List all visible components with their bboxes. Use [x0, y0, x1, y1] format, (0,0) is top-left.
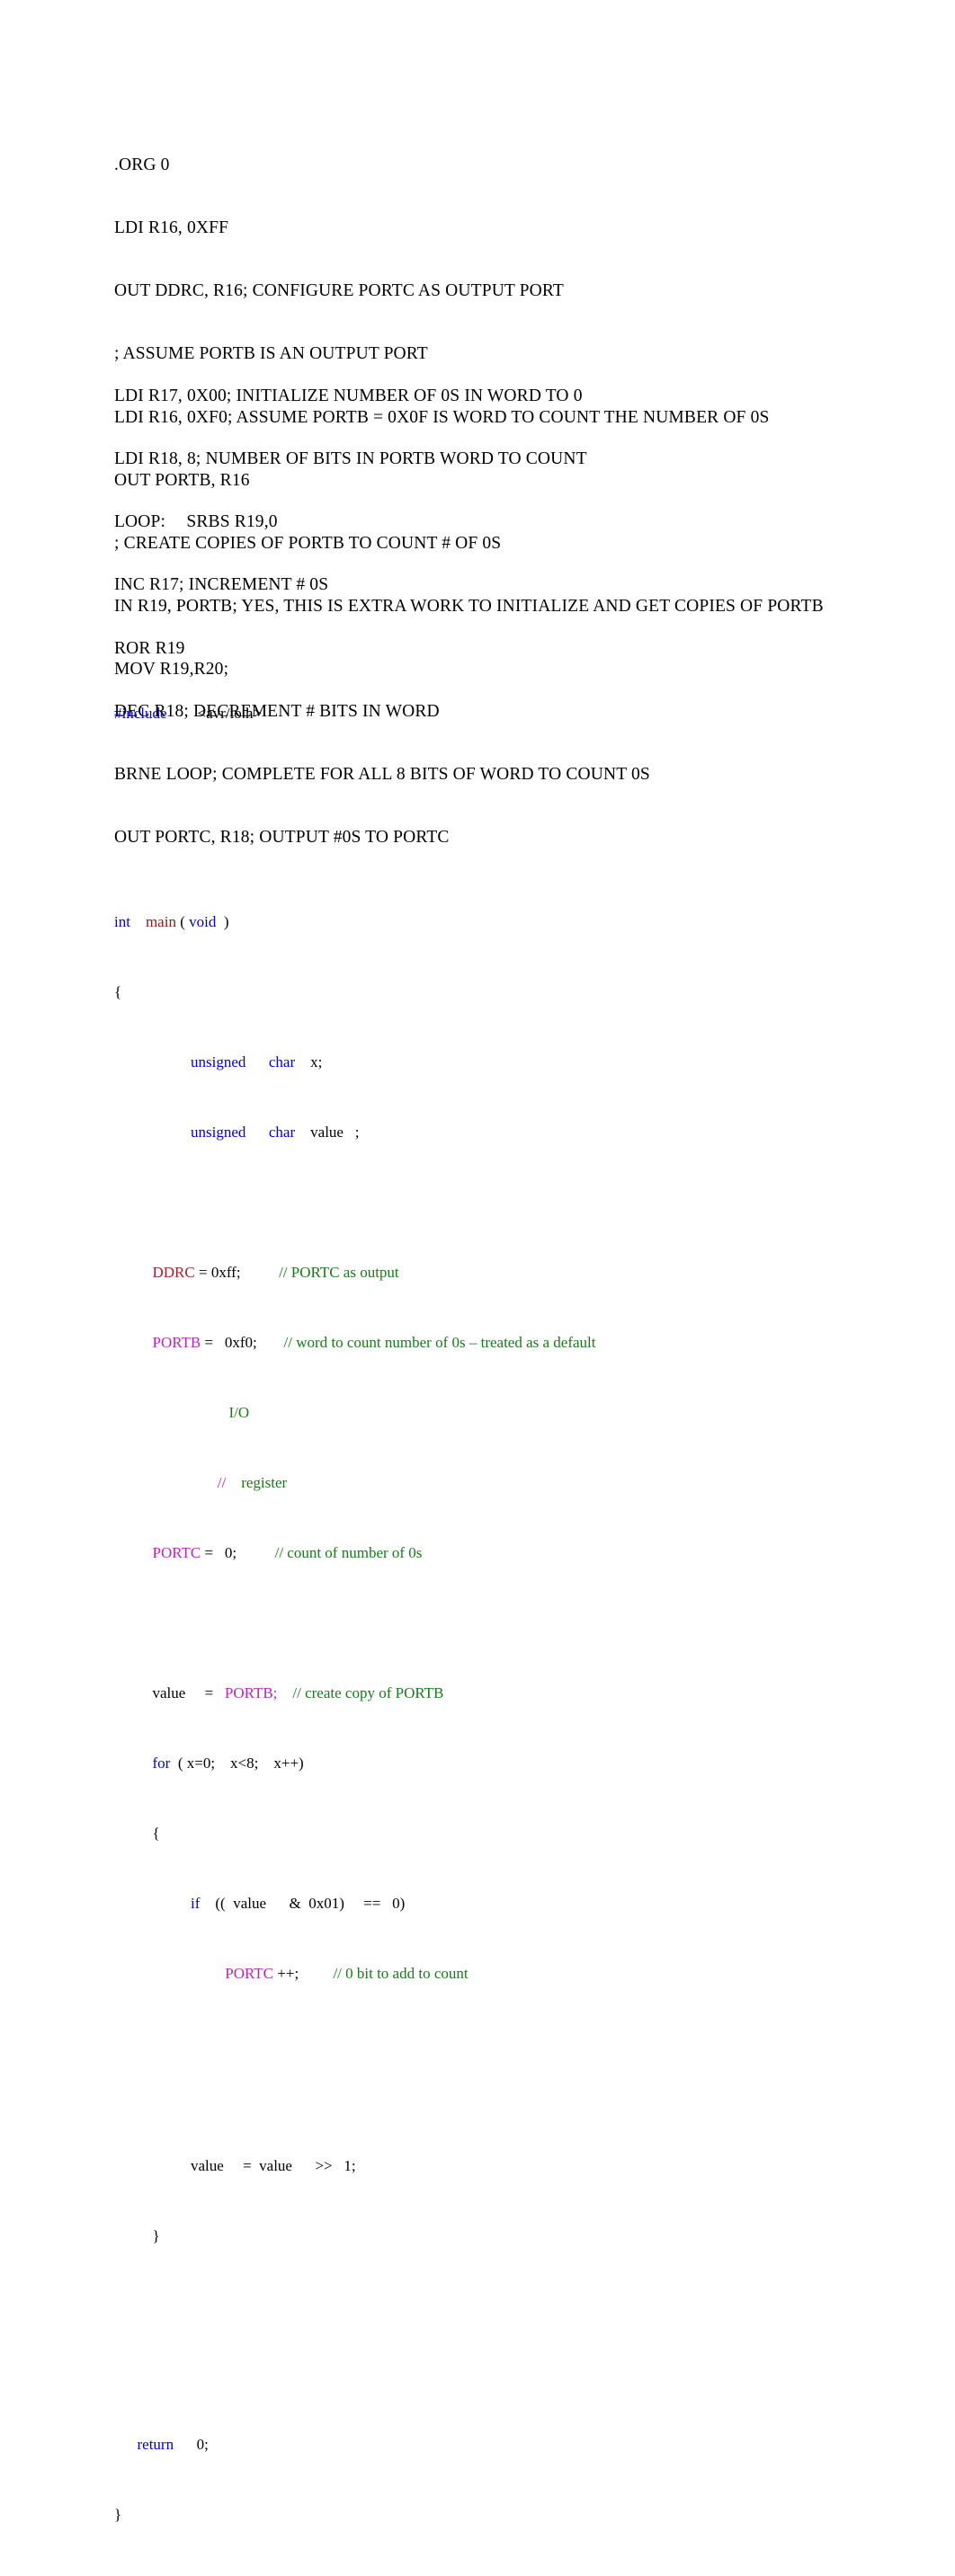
- assembly-line: LDI R17, 0X00; INITIALIZE NUMBER OF 0S I…: [114, 386, 583, 405]
- brace-open-for: {: [152, 1824, 160, 1842]
- c-blank-line: [114, 775, 906, 793]
- brace-close-for: }: [152, 2227, 160, 2244]
- c-line-value-copy: value = PORTB; // create copy of PORTB: [114, 1684, 906, 1702]
- variable-name-value: value ;: [295, 1123, 360, 1141]
- portc-assignment: = 0;: [201, 1543, 237, 1561]
- ddrc-assignment: = 0xff;: [194, 1263, 241, 1281]
- c-line-brace-open-main: {: [114, 983, 906, 1001]
- variable-name-x: x;: [295, 1053, 323, 1070]
- value-assign-left: value =: [152, 1683, 225, 1701]
- c-blank-line: [114, 1614, 906, 1632]
- register-portc-increment: PORTC: [225, 1964, 274, 1982]
- comment-slashes-purple: //: [217, 1473, 227, 1491]
- c-line-brace-open-for: {: [114, 1825, 906, 1843]
- unsigned-keyword: unsigned: [191, 1123, 246, 1141]
- assembly-line: LDI R16, 0XFF: [114, 218, 229, 238]
- assembly-line: LDI R18, 8; NUMBER OF BITS IN PORTB WORD…: [114, 449, 587, 469]
- paren-open: (: [175, 912, 190, 930]
- c-line-decl-x: unsigned char x;: [114, 1053, 906, 1071]
- char-keyword: char: [268, 1123, 296, 1141]
- c-line-portc-increment: PORTC ++; // 0 bit to add to count: [114, 1965, 906, 1983]
- comment-portc-count: // count of number of 0s: [274, 1543, 423, 1561]
- c-blank-line: [114, 2087, 906, 2105]
- document-page: .ORG 0 LDI R16, 0XFF OUT DDRC, R16; CONF…: [0, 0, 955, 2523]
- char-keyword: char: [268, 1053, 296, 1070]
- return-value: 0;: [174, 2436, 209, 2453]
- register-ddrc: DDRC: [152, 1263, 195, 1281]
- return-keyword: return: [137, 2436, 174, 2453]
- for-clause: ( x=0; x<8; x++): [170, 1754, 304, 1772]
- c-line-value-shift: value = value >> 1;: [114, 2157, 906, 2175]
- c-line-brace-close-main: }: [114, 2506, 906, 2524]
- comment-create-copy: // create copy of PORTB: [292, 1683, 444, 1701]
- c-line-portb-assign: PORTB = 0xf0; // word to count number of…: [114, 1334, 906, 1352]
- c-line-portb-comment-wrap-2: // register: [114, 1474, 906, 1492]
- brace-open-main: {: [114, 982, 122, 1000]
- c-line-portb-comment-wrap-1: I/O: [114, 1404, 906, 1422]
- void-keyword: void: [189, 912, 217, 930]
- paren-close: ): [216, 912, 229, 930]
- register-portb-rhs: PORTB;: [224, 1683, 278, 1701]
- comment-zero-bit: // 0 bit to add to count: [333, 1964, 469, 1982]
- comment-portb-word: // word to count number of 0s – treated …: [283, 1333, 596, 1351]
- function-name-main: main: [145, 912, 176, 930]
- c-line-include: #include <avr/io.h>: [114, 705, 906, 723]
- assembly-line: OUT DDRC, R16; CONFIGURE PORTC AS OUTPUT…: [114, 281, 564, 301]
- c-blank-line: [114, 2035, 906, 2053]
- c-line-portc-assign: PORTC = 0; // count of number of 0s: [114, 1544, 906, 1562]
- increment-operator: ++;: [273, 1964, 299, 1982]
- c-line-main-signature: int main ( void ): [114, 913, 906, 931]
- comment-portc-output: // PORTC as output: [279, 1263, 399, 1281]
- c-blank-line: [114, 2350, 906, 2384]
- assembly-line: INC R17; INCREMENT # 0S: [114, 575, 329, 595]
- include-header-name: <avr/io.h>: [166, 704, 263, 722]
- shift-statement: value = value >> 1;: [191, 2157, 356, 2174]
- c-blank-line: [114, 1194, 906, 1212]
- portb-assignment: = 0xf0;: [201, 1333, 257, 1351]
- return-type-keyword: int: [114, 912, 130, 930]
- c-blank-line: [114, 2297, 906, 2315]
- unsigned-keyword: unsigned: [191, 1053, 246, 1070]
- c-line-for-loop: for ( x=0; x<8; x++): [114, 1754, 906, 1772]
- register-portb: PORTB: [152, 1333, 201, 1351]
- c-source-listing: #include <avr/io.h> int main ( void ) { …: [114, 652, 906, 2576]
- c-line-ddrc-assign: DDRC = 0xff; // PORTC as output: [114, 1264, 906, 1282]
- assembly-line: .ORG 0: [114, 155, 170, 174]
- comment-wrap-register: register: [226, 1473, 288, 1491]
- include-directive-keyword: #include: [114, 704, 167, 722]
- assembly-line-loop-label: LOOP: SRBS R19,0: [114, 512, 278, 532]
- c-blank-line: [114, 827, 906, 860]
- c-line-if-condition: if (( value & 0x01) == 0): [114, 1895, 906, 1913]
- for-keyword: for: [152, 1754, 171, 1772]
- register-portc: PORTC: [152, 1543, 201, 1561]
- c-line-decl-value: unsigned char value ;: [114, 1124, 906, 1141]
- comment-wrap-io: I/O: [228, 1403, 250, 1421]
- if-keyword: if: [191, 1894, 201, 1912]
- brace-close-main: }: [114, 2506, 122, 2523]
- c-line-brace-close-for: }: [114, 2227, 906, 2245]
- c-line-return: return 0;: [114, 2436, 906, 2454]
- if-condition-expression: (( value & 0x01) == 0): [200, 1894, 406, 1912]
